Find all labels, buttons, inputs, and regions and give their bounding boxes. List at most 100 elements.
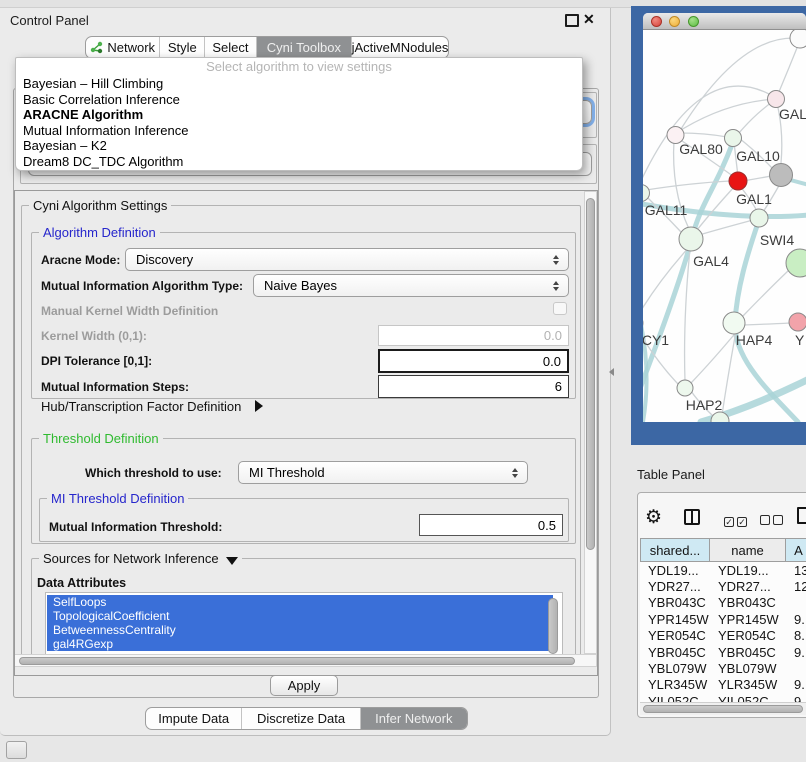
algorithm-option[interactable]: Mutual Information Inference xyxy=(16,123,582,139)
node-gal-partial[interactable] xyxy=(768,91,785,108)
splitter-arrow-icon[interactable] xyxy=(609,368,614,376)
node-swi4[interactable] xyxy=(786,249,806,277)
dpi-tolerance-field[interactable]: 0.0 xyxy=(378,349,569,373)
kernel-width-field[interactable]: 0.0 xyxy=(378,325,569,346)
column-header-shared-name[interactable]: shared... xyxy=(640,538,710,562)
cell-value: 9. xyxy=(786,645,806,660)
which-threshold-value: MI Threshold xyxy=(249,465,325,480)
column-header-partial[interactable]: A xyxy=(786,538,806,562)
deselect-all-icon[interactable] xyxy=(760,512,786,530)
cell-name: YBL079W xyxy=(710,661,786,676)
list-item[interactable]: BetweennessCentrality xyxy=(47,623,553,637)
tab-impute-data[interactable]: Impute Data xyxy=(146,708,242,729)
table-row[interactable]: YDL19... YDL19... 13 xyxy=(640,562,806,578)
node-salmon[interactable] xyxy=(789,313,806,331)
settings-hscrollbar[interactable] xyxy=(15,654,597,667)
show-columns-icon[interactable] xyxy=(684,509,700,525)
kernel-width-label: Kernel Width (0,1): xyxy=(41,329,147,343)
manual-kernel-checkbox[interactable] xyxy=(553,302,567,315)
tab-style[interactable]: Style xyxy=(160,37,205,58)
tab-select[interactable]: Select xyxy=(205,37,257,58)
table-row[interactable]: YPR145W YPR145W 9. xyxy=(640,611,806,627)
sources-title[interactable]: Sources for Network Inference xyxy=(39,551,242,566)
tab-cyni-toolbox-label: Cyni Toolbox xyxy=(267,40,341,55)
gear-icon[interactable]: ⚙ xyxy=(645,506,662,529)
label-swi4: SWI4 xyxy=(760,232,794,248)
algorithm-option[interactable]: ARACNE Algorithm xyxy=(16,107,582,123)
document-icon[interactable] xyxy=(797,507,806,524)
cell-value: 8. xyxy=(786,628,806,643)
tab-discretize-data[interactable]: Discretize Data xyxy=(242,708,360,729)
node-gal10[interactable] xyxy=(725,130,742,147)
label-gal-partial: GAL xyxy=(779,106,806,122)
table-row[interactable]: YIL052C YIL052C 9 xyxy=(640,693,806,702)
hub-definition-toggle[interactable]: Hub/Transcription Factor Definition xyxy=(41,399,263,414)
tab-style-label: Style xyxy=(168,40,197,55)
cell-shared-name: YIL052C xyxy=(640,694,710,702)
table-row[interactable]: YER054C YER054C 8. xyxy=(640,628,806,644)
network-view-window: GAL GAL80 GAL10 GAL1 GAL11 GAL4 SWI4 GCY… xyxy=(643,13,806,422)
cell-shared-name: YBL079W xyxy=(640,661,710,676)
collapsed-panel-button[interactable] xyxy=(6,741,27,759)
table-panel-title: Table Panel xyxy=(637,467,705,482)
network-window-titlebar[interactable] xyxy=(643,13,806,30)
tab-network[interactable]: Network xyxy=(86,37,160,58)
node-gal1[interactable] xyxy=(729,172,747,190)
dpi-tolerance-label: DPI Tolerance [0,1]: xyxy=(41,354,152,368)
data-attributes-list: SelfLoopsTopologicalCoefficientBetweenne… xyxy=(45,592,563,654)
table-row[interactable]: YBR043C YBR043C xyxy=(640,595,806,611)
network-nodes xyxy=(643,30,806,422)
node-hap4[interactable] xyxy=(723,312,745,334)
list-item[interactable]: gal4RGexp xyxy=(47,637,553,651)
minimize-window-icon[interactable] xyxy=(669,16,680,27)
label-y-partial: Y xyxy=(795,332,805,348)
tab-cyni-toolbox[interactable]: Cyni Toolbox xyxy=(257,37,352,58)
tab-network-label: Network xyxy=(107,40,155,55)
node-unlabeled[interactable] xyxy=(790,30,806,48)
which-threshold-combobox[interactable]: MI Threshold xyxy=(238,461,528,484)
table-row[interactable]: YLR345W YLR345W 9. xyxy=(640,677,806,693)
table-row[interactable]: YBL079W YBL079W xyxy=(640,660,806,676)
apply-button[interactable]: Apply xyxy=(270,675,338,696)
cell-name: YBR045C xyxy=(710,645,786,660)
combo-arrows-icon xyxy=(553,281,559,291)
list-item[interactable]: TopologicalCoefficient xyxy=(47,609,553,623)
algorithm-option[interactable]: Bayesian – K2 xyxy=(16,138,582,154)
table-hscrollbar-thumb[interactable] xyxy=(643,705,803,713)
algorithm-option[interactable]: Bayesian – Hill Climbing xyxy=(16,76,582,92)
network-canvas[interactable]: GAL GAL80 GAL10 GAL1 GAL11 GAL4 SWI4 GCY… xyxy=(643,30,806,422)
settings-scrollpane: Cyni Algorithm Settings Algorithm Defini… xyxy=(14,190,598,676)
column-header-name[interactable]: name xyxy=(710,538,786,562)
table-row[interactable]: YDR27... YDR27... 12 xyxy=(640,578,806,594)
cell-name: YLR345W xyxy=(710,677,786,692)
tab-discretize-data-label: Discretize Data xyxy=(257,711,345,726)
float-panel-icon[interactable] xyxy=(565,14,579,27)
select-all-icon[interactable]: ✓✓ xyxy=(724,512,750,530)
list-item[interactable]: SelfLoops xyxy=(47,595,553,609)
zoom-window-icon[interactable] xyxy=(688,16,699,27)
mi-threshold-field[interactable]: 0.5 xyxy=(419,514,563,536)
settings-vscrollbar[interactable] xyxy=(584,191,597,654)
list-scrollbar-thumb[interactable] xyxy=(548,598,558,654)
tab-infer-network[interactable]: Infer Network xyxy=(361,708,467,729)
mi-type-combobox[interactable]: Naive Bayes xyxy=(253,274,569,297)
close-panel-icon[interactable]: ✕ xyxy=(583,11,595,28)
mi-steps-field[interactable]: 6 xyxy=(378,375,569,398)
cell-name: YER054C xyxy=(710,628,786,643)
aracne-mode-combobox[interactable]: Discovery xyxy=(125,248,569,271)
table-row[interactable]: YBR045C YBR045C 9. xyxy=(640,644,806,660)
tab-jactivemnodules[interactable]: jActiveMNodules xyxy=(352,37,448,58)
mi-steps-label: Mutual Information Steps: xyxy=(41,380,189,394)
node-gray[interactable] xyxy=(770,164,793,187)
algorithm-option[interactable]: Basic Correlation Inference xyxy=(16,92,582,108)
label-hap4: HAP4 xyxy=(736,332,773,348)
settings-vscrollbar-thumb[interactable] xyxy=(586,198,595,550)
node-gal4[interactable] xyxy=(679,227,703,251)
close-window-icon[interactable] xyxy=(651,16,662,27)
table-hscrollbar[interactable] xyxy=(640,702,806,715)
hub-definition-label: Hub/Transcription Factor Definition xyxy=(41,399,241,414)
node-hap2[interactable] xyxy=(677,380,693,396)
algorithm-option[interactable]: Dream8 DC_TDC Algorithm xyxy=(16,154,582,170)
settings-hscrollbar-thumb[interactable] xyxy=(19,657,575,665)
node-small-green[interactable] xyxy=(750,209,768,227)
